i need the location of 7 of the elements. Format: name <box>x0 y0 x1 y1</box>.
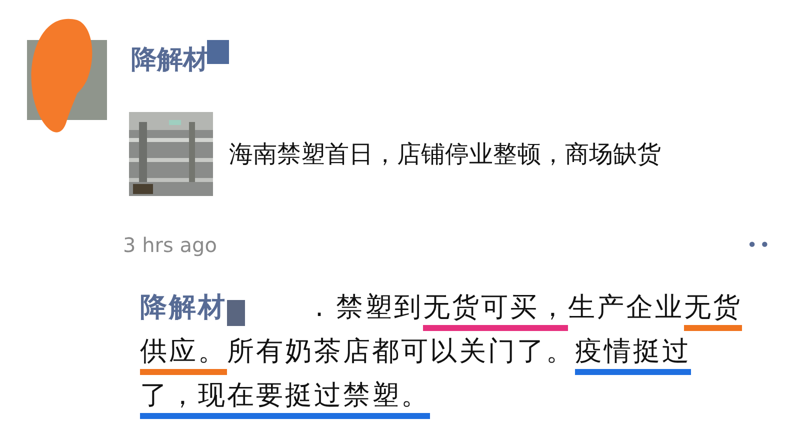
post-time: 3 hrs ago <box>123 232 217 259</box>
link-card[interactable]: 海南禁塑首日，店铺停业整顿，商场缺货 <box>129 112 661 196</box>
redaction-box <box>207 40 229 64</box>
link-title: 海南禁塑首日，店铺停业整顿，商场缺货 <box>229 139 661 170</box>
comment-text: 降解材 . 禁塑到无货可买，生产企业无货供应。所有奶茶店都可以关门了。疫情挺过了，现在要挺过禁塑。 <box>140 286 745 418</box>
more-button[interactable]: •• <box>746 232 772 258</box>
author-name[interactable]: 降解材 <box>131 42 209 78</box>
